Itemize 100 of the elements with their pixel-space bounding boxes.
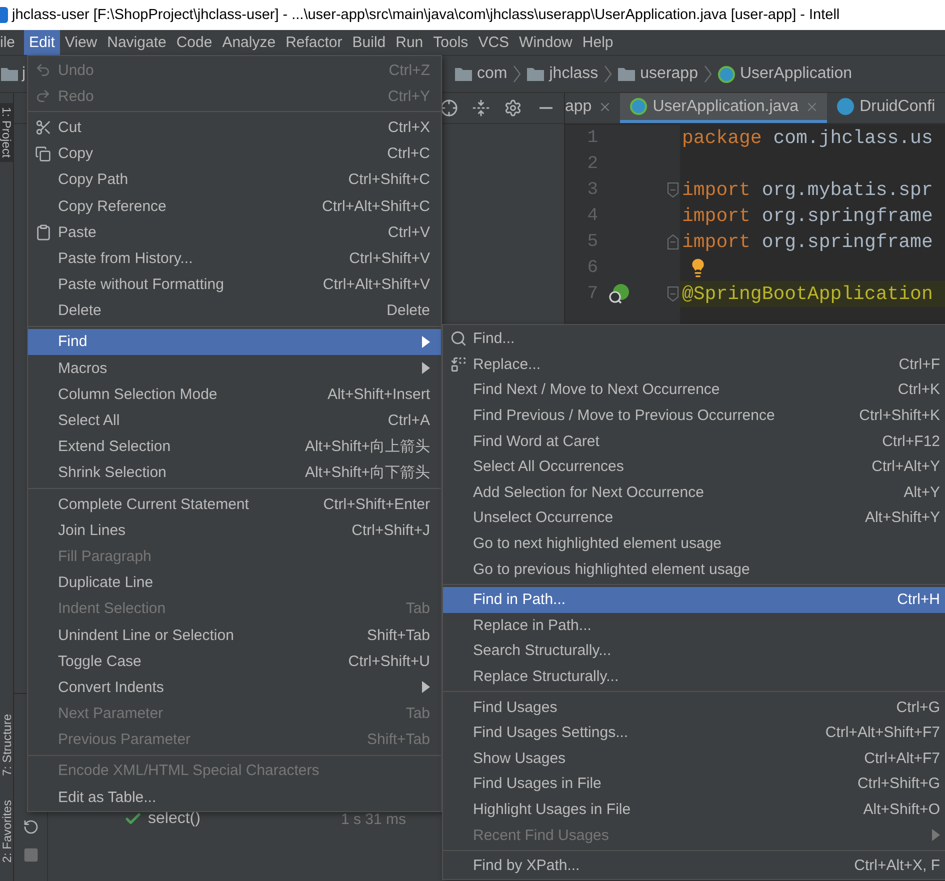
- settings-icon[interactable]: [504, 99, 522, 117]
- menu-item[interactable]: Unselect Occurrence Alt+Shift+Y: [443, 505, 945, 531]
- menu-bar-item[interactable]: Window: [514, 30, 578, 55]
- menu-bar-item[interactable]: Help: [577, 30, 618, 55]
- menu-item[interactable]: Complete Current Statement Ctrl+Shift+Enter: [28, 491, 441, 518]
- menu-bar-item[interactable]: Edit: [24, 30, 60, 55]
- menu-item[interactable]: Duplicate Line: [28, 570, 441, 596]
- shortcut-label: Ctrl+G: [895, 698, 940, 716]
- shortcut-label: Ctrl+H: [896, 591, 940, 608]
- menu-item[interactable]: Extend Selection Alt+Shift+向上箭头: [28, 434, 441, 460]
- collapse-icon[interactable]: [472, 99, 490, 117]
- menu-item[interactable]: Macros: [28, 355, 441, 382]
- menu-item[interactable]: Join Lines Ctrl+Shift+J: [28, 517, 441, 544]
- menu-item[interactable]: Column Selection Mode Alt+Shift+Insert: [28, 381, 441, 408]
- menu-item[interactable]: Find Usages Ctrl+G: [443, 694, 945, 720]
- menu-item[interactable]: Copy Reference Ctrl+Alt+Shift+C: [28, 192, 441, 220]
- menu-bar-item[interactable]: VCS: [473, 30, 514, 55]
- menu-item[interactable]: Go to previous highlighted element usage: [443, 556, 945, 582]
- menu-item[interactable]: Find Usages Settings... Ctrl+Alt+Shift+F7: [443, 720, 945, 746]
- menu-item[interactable]: Edit as Table...: [28, 784, 441, 810]
- folder-icon: [618, 67, 636, 81]
- shortcut-label: Alt+Shift+向下箭头: [304, 463, 430, 482]
- crosshair-icon[interactable]: [440, 99, 458, 117]
- copy-icon: [35, 146, 51, 162]
- menu-item[interactable]: Find in Path... Ctrl+H: [443, 586, 945, 613]
- menu-item[interactable]: Copy Path Ctrl+Shift+C: [28, 166, 441, 193]
- shortcut-label: Tab: [404, 600, 430, 618]
- menu-item[interactable]: Paste without Formatting Ctrl+Alt+Shift+V: [28, 272, 441, 298]
- menu-item[interactable]: Search Structurally...: [443, 638, 945, 664]
- clipboard-icon: [34, 224, 52, 241]
- menu-bar-item[interactable]: ile: [0, 30, 20, 55]
- breadcrumb[interactable]: UserApplication: [740, 65, 852, 83]
- menu-item[interactable]: Paste from History... Ctrl+Shift+V: [28, 245, 441, 272]
- menu-item[interactable]: Paste Ctrl+V: [28, 219, 441, 246]
- breadcrumb[interactable]: userapp: [640, 65, 698, 83]
- menu-item[interactable]: Copy Ctrl+C: [28, 140, 441, 167]
- shortcut-label: Ctrl+V: [386, 224, 430, 241]
- test-duration: 1 s 31 ms: [340, 810, 406, 828]
- menu-bar-item[interactable]: Code: [171, 30, 218, 55]
- run-icon[interactable]: [608, 283, 630, 305]
- rerun-icon[interactable]: [22, 819, 38, 835]
- menu-item[interactable]: Find by XPath... Ctrl+Alt+X, F: [443, 852, 945, 878]
- shortcut-label: Ctrl+Y: [386, 88, 430, 105]
- editor-tab[interactable]: DruidConfi: [826, 93, 944, 123]
- menu-item[interactable]: Add Selection for Next Occurrence Alt+Y: [443, 480, 945, 506]
- menu-bar-item[interactable]: Build: [347, 30, 391, 55]
- menu-item[interactable]: Shrink Selection Alt+Shift+向下箭头: [28, 460, 441, 486]
- fold-marker-icon[interactable]: [667, 181, 679, 199]
- redo-icon: [35, 88, 51, 104]
- shortcut-label: Ctrl+F12: [881, 432, 940, 450]
- menu-bar-item[interactable]: Analyze: [217, 30, 281, 55]
- menu-item[interactable]: Find Word at Caret Ctrl+F12: [443, 428, 945, 454]
- shortcut-label: Ctrl+C: [386, 145, 430, 162]
- menu-item[interactable]: Unindent Line or Selection Shift+Tab: [28, 622, 441, 648]
- menu-item[interactable]: Find: [28, 328, 441, 356]
- search-icon: [450, 330, 466, 348]
- menu-bar-item[interactable]: Navigate: [102, 30, 172, 55]
- breadcrumb[interactable]: jhclass: [549, 65, 598, 83]
- menu-item[interactable]: Select All Ctrl+A: [28, 407, 441, 434]
- menu-bar-item[interactable]: Run: [390, 30, 428, 55]
- menu-item[interactable]: Convert Indents: [28, 674, 441, 700]
- menu-bar-item[interactable]: Refactor: [280, 30, 348, 55]
- code-line: package com.jhclass.us: [682, 127, 933, 149]
- menu-item[interactable]: Toggle Case Ctrl+Shift+U: [28, 648, 441, 674]
- menu-item[interactable]: Cut Ctrl+X: [28, 114, 441, 141]
- menu-item[interactable]: Find...: [443, 326, 945, 352]
- fold-marker-icon[interactable]: [667, 233, 679, 251]
- menu-item[interactable]: Highlight Usages in File Alt+Shift+O: [443, 796, 945, 822]
- shortcut-label: Ctrl+Shift+K: [858, 407, 940, 424]
- window-title: jhclass-user [F:\ShopProject\jhclass-user] - ...\user-app\src\main\java\com\jhclass\userapp\UserApplication.java [user-app] - Intell: [12, 7, 840, 23]
- menu-item[interactable]: Find Previous / Move to Previous Occurrence Ctrl+Shift+K: [443, 402, 945, 428]
- menu-item[interactable]: Replace... Ctrl+F: [443, 352, 945, 378]
- editor-tab[interactable]: UserApplication.java: [620, 93, 827, 123]
- menu-item[interactable]: Replace Structurally...: [443, 664, 945, 690]
- project-name[interactable]: j: [22, 65, 26, 83]
- folder-icon: [527, 67, 544, 81]
- menu-bar-item[interactable]: Tools: [428, 30, 474, 55]
- menu-item[interactable]: Delete Delete: [28, 298, 441, 324]
- submenu-arrow-icon: [422, 362, 430, 374]
- shortcut-label: Ctrl+A: [386, 412, 430, 430]
- menu-item[interactable]: Show Usages Ctrl+Alt+F7: [443, 746, 945, 772]
- shortcut-label: Ctrl+K: [896, 381, 940, 398]
- menu-item[interactable]: Replace in Path...: [443, 612, 945, 638]
- chevron-icon: [704, 65, 712, 83]
- menu-bar-item[interactable]: View: [60, 30, 102, 55]
- submenu-arrow-icon: [422, 681, 430, 694]
- menu-item[interactable]: Find Next / Move to Next Occurrence Ctrl+K: [443, 377, 945, 403]
- code-line: import org.mybatis.spr: [682, 179, 933, 201]
- menu-item[interactable]: Go to next highlighted element usage: [443, 530, 945, 556]
- menu-item[interactable]: Find Usages in File Ctrl+Shift+G: [443, 771, 945, 797]
- shortcut-label: Ctrl+Alt+F7: [863, 750, 940, 767]
- fold-marker-icon[interactable]: [667, 285, 679, 303]
- test-name[interactable]: select(): [148, 810, 200, 828]
- shortcut-label: Alt+Shift+向上箭头: [304, 437, 430, 456]
- side-tab[interactable]: 2: Favorites: [0, 796, 13, 867]
- breadcrumb[interactable]: com: [477, 65, 508, 83]
- shortcut-label: Ctrl+Alt+X, F: [853, 857, 940, 874]
- side-tab[interactable]: 7: Structure: [0, 710, 13, 780]
- editor-tab[interactable]: app: [565, 93, 620, 123]
- menu-item[interactable]: Select All Occurrences Ctrl+Alt+Y: [443, 454, 945, 480]
